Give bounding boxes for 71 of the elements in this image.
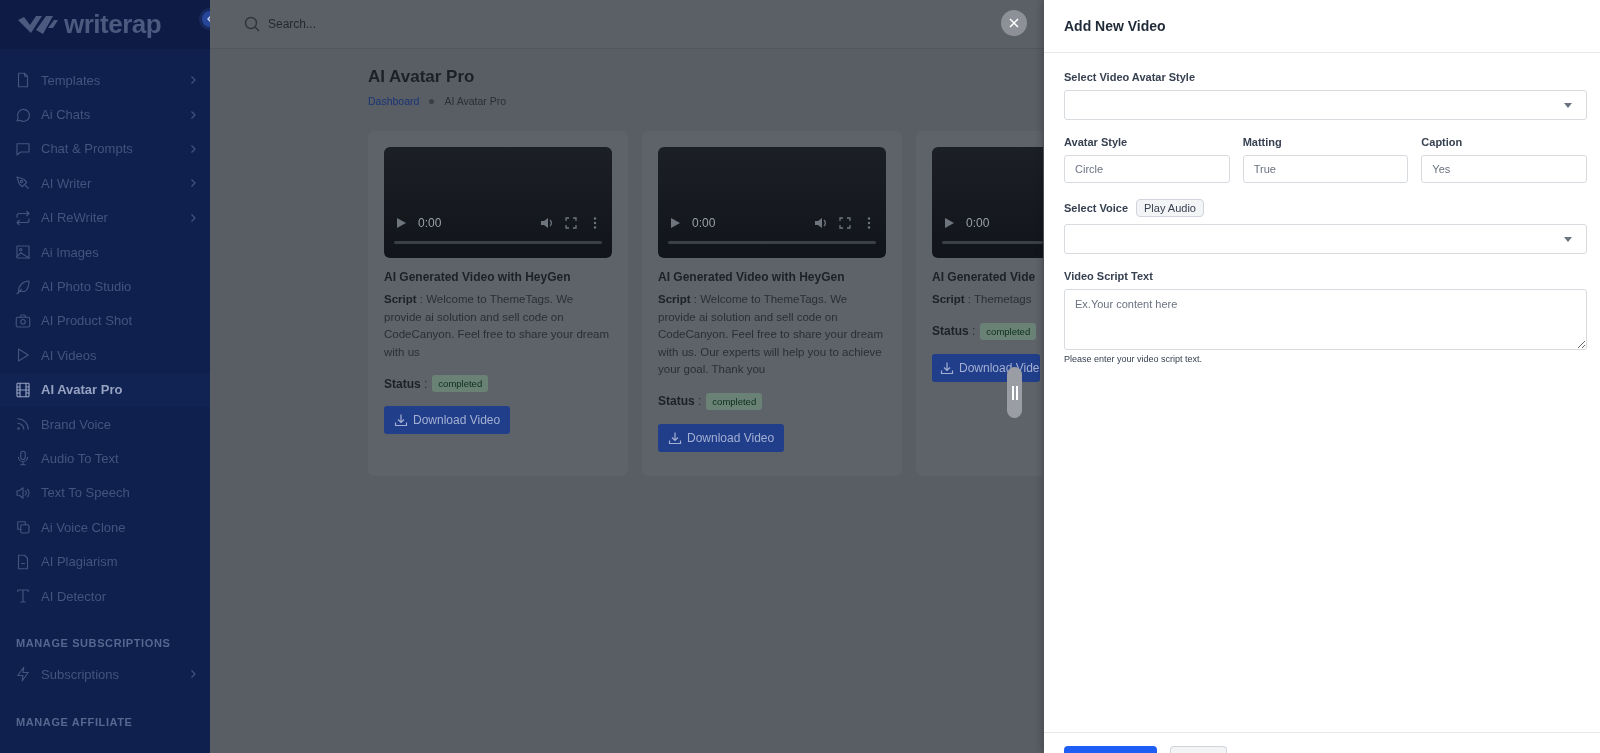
section-heading: MANAGE SUBSCRIPTIONS: [15, 636, 172, 652]
field-label: Matting: [1242, 136, 1283, 148]
video-time: 0:00: [692, 216, 716, 230]
select-field[interactable]: [1064, 90, 1587, 120]
image-icon: [14, 243, 32, 262]
lightning-icon: [14, 665, 32, 684]
card-title: AI Generated Video with HeyGen: [658, 270, 845, 284]
logo-icon: [18, 13, 58, 36]
status-badge: completed: [432, 375, 489, 392]
video-time: 0:00: [966, 216, 990, 230]
download-icon: [668, 430, 682, 445]
repeat-icon: [14, 208, 32, 227]
volume-icon[interactable]: [540, 216, 554, 230]
volume-icon[interactable]: [814, 216, 828, 230]
status-badge: completed: [706, 392, 763, 410]
copy-icon: [14, 518, 32, 537]
field-label: Avatar Style: [1064, 136, 1129, 148]
field-label: Select Voice: [1064, 202, 1128, 214]
camera-icon: [14, 311, 32, 330]
video-player[interactable]: 0:00: [384, 147, 612, 258]
section-heading: MANAGE AFFILIATE: [15, 714, 134, 730]
download-button[interactable]: Download Video: [384, 406, 511, 434]
download-button[interactable]: Download Video: [658, 423, 785, 452]
field-label: Video Script Text: [1064, 270, 1154, 282]
video-player[interactable]: 0:00: [932, 147, 1043, 258]
search-icon: [244, 16, 260, 32]
chevron-right-icon: [188, 212, 198, 223]
chevron-right-icon: [188, 75, 198, 86]
download-icon: [394, 413, 408, 427]
sidebar-item[interactable]: AI Avatar Pro: [0, 372, 210, 407]
status-label: Status :: [384, 376, 428, 391]
script-textarea[interactable]: Ex.Your content here: [1064, 289, 1587, 350]
status-label: Status :: [932, 324, 976, 338]
download-icon: [940, 360, 954, 375]
video-time: 0:00: [418, 216, 442, 230]
play-icon[interactable]: [394, 216, 408, 230]
card-title: AI Generated Video with HeyGen: [384, 270, 571, 284]
chevron-right-icon: [188, 109, 198, 120]
status-badge: completed: [980, 322, 1037, 340]
chevron-right-icon: [188, 178, 198, 189]
input-field[interactable]: True: [1242, 155, 1409, 183]
field-label: Select Video Avatar Style: [1064, 71, 1196, 83]
status-label: Status :: [658, 394, 702, 408]
feather-icon: [14, 277, 32, 296]
text-icon: [14, 587, 32, 606]
input-field[interactable]: Yes: [1421, 155, 1587, 183]
chevron-right-icon: [188, 669, 198, 680]
chevron-right-icon: [188, 143, 198, 154]
progress-track[interactable]: [394, 241, 602, 244]
video-player[interactable]: 0:00: [658, 147, 886, 258]
search-field[interactable]: Search...: [266, 16, 470, 32]
select-field[interactable]: [1064, 224, 1587, 254]
progress-track[interactable]: [668, 241, 876, 244]
breadcrumb-link[interactable]: Dashboard: [368, 95, 420, 107]
caret-icon: [1564, 102, 1572, 108]
play-audio-button[interactable]: Play Audio: [1136, 199, 1204, 217]
progress-track[interactable]: [942, 241, 1043, 244]
fullscreen-icon[interactable]: [564, 216, 578, 230]
film-icon: [14, 380, 32, 399]
close-icon: [1009, 18, 1019, 28]
card-title: AI Generated Vide: [932, 270, 1036, 284]
caret-icon: [1564, 236, 1572, 242]
input-field[interactable]: Circle: [1064, 155, 1230, 183]
brand-name: writerap: [64, 9, 162, 40]
field-label: Caption: [1421, 136, 1464, 148]
play-icon[interactable]: [942, 216, 956, 230]
play-icon[interactable]: [668, 216, 682, 230]
help-text: Please enter your video script text.: [1064, 354, 1204, 364]
page-title: AI Avatar Pro: [368, 67, 475, 87]
drawer-title: Add New Video: [1064, 18, 1166, 34]
fullscreen-icon[interactable]: [838, 216, 852, 230]
